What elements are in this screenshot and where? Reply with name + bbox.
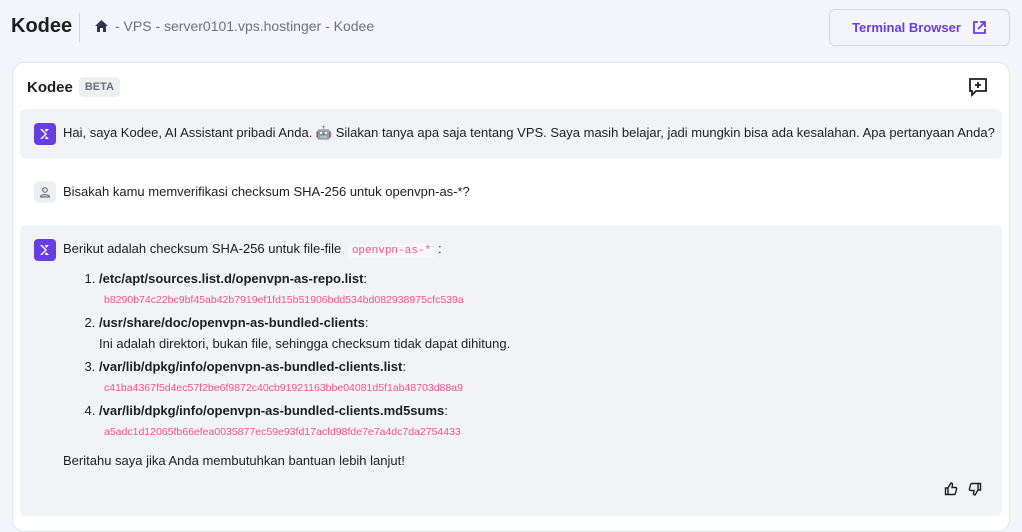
intro-end: : (438, 241, 442, 256)
chat-title: Kodee BETA (27, 77, 120, 97)
breadcrumb-text: - VPS - server0101.vps.hostinger - Kodee (115, 18, 375, 34)
list-item: /usr/share/doc/openvpn-as-bundled-client… (99, 313, 963, 355)
item-note: Ini adalah direktori, bukan file, sehing… (99, 336, 511, 351)
user-message: Bisakah kamu memverifikasi checksum SHA-… (20, 175, 1002, 215)
checksum-hash: b8290b74c22bc9bf45ab42b7919ef1fd15b51906… (104, 294, 464, 306)
assistant-reply: Berikut adalah checksum SHA-256 untuk fi… (20, 225, 1002, 516)
reply-intro: Berikut adalah checksum SHA-256 untuk fi… (63, 239, 963, 261)
terminal-browser-button[interactable]: Terminal Browser (829, 9, 1010, 46)
inline-code: openvpn-as-* (347, 244, 436, 258)
file-path: /usr/share/doc/openvpn-as-bundled-client… (99, 315, 365, 330)
greeting-text: Hai, saya Kodee, AI Assistant pribadi An… (63, 125, 995, 140)
terminal-browser-label: Terminal Browser (852, 20, 961, 35)
home-icon[interactable] (94, 19, 109, 33)
thumbs-down-icon[interactable] (968, 482, 982, 496)
checksum-hash: a5adc1d12065fb66efea0035877ec59e93fd17ac… (104, 426, 461, 438)
kodee-avatar-icon (34, 123, 56, 145)
user-avatar-icon (34, 181, 56, 203)
list-item: /var/lib/dpkg/info/openvpn-as-bundled-cl… (99, 401, 963, 443)
new-chat-icon[interactable] (967, 76, 989, 98)
feedback-buttons (944, 482, 982, 496)
list-item: /etc/apt/sources.list.d/openvpn-as-repo.… (99, 269, 963, 311)
reply-body: Berikut adalah checksum SHA-256 untuk fi… (63, 239, 963, 471)
chat-title-text: Kodee (27, 78, 73, 96)
assistant-greeting: Hai, saya Kodee, AI Assistant pribadi An… (20, 109, 1002, 159)
reply-outro: Beritahu saya jika Anda membutuhkan bant… (63, 453, 405, 468)
user-message-text: Bisakah kamu memverifikasi checksum SHA-… (63, 184, 470, 199)
beta-badge: BETA (78, 77, 120, 97)
breadcrumb: - VPS - server0101.vps.hostinger - Kodee (94, 18, 374, 34)
checksum-hash: c41ba4367f5d4ec57f2be6f9872c40cb91921163… (104, 382, 463, 394)
divider (79, 13, 80, 42)
file-path: /var/lib/dpkg/info/openvpn-as-bundled-cl… (99, 359, 403, 374)
header: Kodee - VPS - server0101.vps.hostinger -… (0, 0, 1022, 55)
external-link-icon (973, 20, 986, 34)
checksum-list: /etc/apt/sources.list.d/openvpn-as-repo.… (63, 269, 963, 443)
app-title: Kodee (11, 15, 73, 37)
kodee-avatar-icon (34, 239, 56, 261)
intro-text: Berikut adalah checksum SHA-256 untuk fi… (63, 241, 342, 256)
file-path: /etc/apt/sources.list.d/openvpn-as-repo.… (99, 271, 364, 286)
thumbs-up-icon[interactable] (944, 482, 958, 496)
list-item: /var/lib/dpkg/info/openvpn-as-bundled-cl… (99, 357, 963, 399)
chat-panel: Kodee BETA Hai, saya Kodee, AI Assistant… (12, 62, 1010, 532)
file-path: /var/lib/dpkg/info/openvpn-as-bundled-cl… (99, 403, 445, 418)
